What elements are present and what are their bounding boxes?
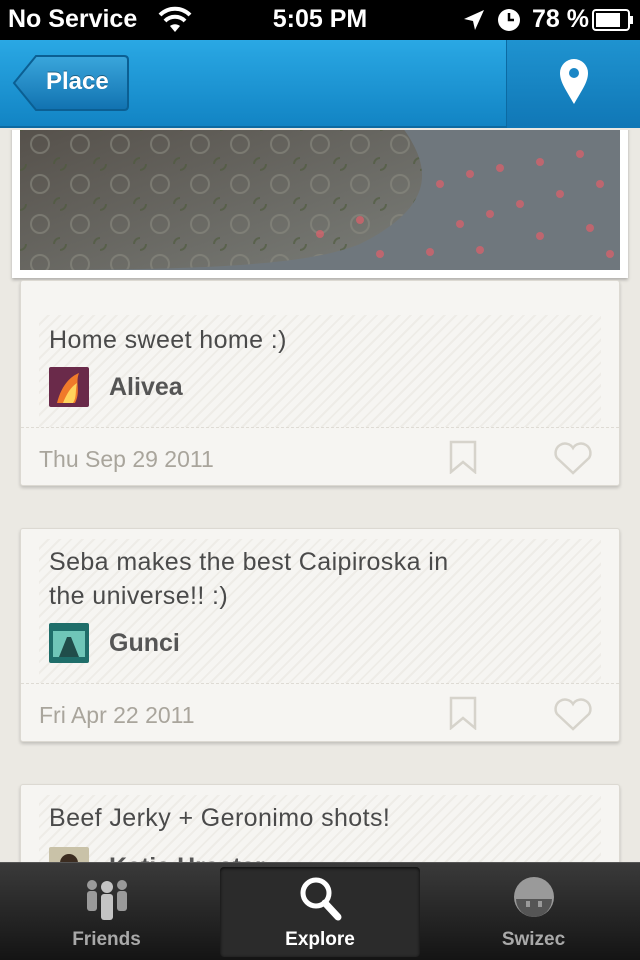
battery-percent: 78 % xyxy=(532,5,589,33)
place-photo[interactable] xyxy=(20,130,620,270)
people-icon xyxy=(86,880,127,920)
tab-label: Friends xyxy=(72,929,141,950)
tab-profile[interactable]: Swizec xyxy=(427,863,640,960)
post-card[interactable]: Home sweet home :) Alivea Thu Sep 29 201… xyxy=(20,280,620,486)
place-photo-image xyxy=(20,130,620,270)
card-divider xyxy=(21,683,619,684)
bookmark-icon[interactable] xyxy=(449,696,477,730)
search-icon xyxy=(300,877,342,921)
post-card[interactable]: Beef Jerky + Geronimo shots! Katia Hrast… xyxy=(20,784,620,862)
card-divider xyxy=(21,427,619,428)
post-caption: Seba makes the best Caipiroska in the un… xyxy=(49,545,449,613)
tab-label: Swizec xyxy=(501,929,566,950)
map-button[interactable] xyxy=(506,40,640,128)
post-body: Seba makes the best Caipiroska in the un… xyxy=(39,539,601,683)
avatar[interactable] xyxy=(49,847,89,862)
back-button-label: Place xyxy=(46,68,109,95)
avatar[interactable] xyxy=(49,367,89,407)
status-bar: No Service 5:05 PM 78 % xyxy=(0,0,640,40)
heart-icon[interactable] xyxy=(553,697,593,731)
tab-explore[interactable]: Explore xyxy=(216,863,424,960)
post-date: Fri Apr 22 2011 xyxy=(39,702,195,728)
map-pin-icon xyxy=(560,59,588,104)
feed-scroll-area[interactable]: Home sweet home :) Alivea Thu Sep 29 201… xyxy=(0,130,640,862)
heart-icon[interactable] xyxy=(553,441,593,475)
tab-label: Explore xyxy=(285,929,355,950)
avatar[interactable] xyxy=(49,623,89,663)
place-photo-frame xyxy=(12,130,628,278)
tab-bar: Friends Explore Swizec xyxy=(0,862,640,960)
location-arrow-icon xyxy=(464,10,484,30)
post-body: Beef Jerky + Geronimo shots! Katia Hrast… xyxy=(39,795,601,862)
navigation-bar: Place xyxy=(0,40,640,128)
profile-icon xyxy=(513,877,554,917)
post-author[interactable]: Gunci xyxy=(109,629,180,658)
post-caption-line: the universe!! :) xyxy=(49,582,229,610)
battery-icon xyxy=(592,9,633,31)
post-caption: Home sweet home :) xyxy=(49,326,287,354)
bookmark-icon[interactable] xyxy=(449,440,477,474)
post-card[interactable]: Seba makes the best Caipiroska in the un… xyxy=(20,528,620,742)
back-button[interactable]: Place xyxy=(12,54,130,112)
post-body: Home sweet home :) Alivea xyxy=(39,315,601,427)
tab-friends[interactable]: Friends xyxy=(0,863,213,960)
post-caption-line: Seba makes the best Caipiroska in xyxy=(49,548,449,576)
post-date: Thu Sep 29 2011 xyxy=(39,446,214,472)
post-author[interactable]: Katia Hrastar xyxy=(109,853,265,862)
post-caption: Beef Jerky + Geronimo shots! xyxy=(49,804,391,832)
alarm-icon xyxy=(498,9,520,31)
post-author[interactable]: Alivea xyxy=(109,373,183,402)
